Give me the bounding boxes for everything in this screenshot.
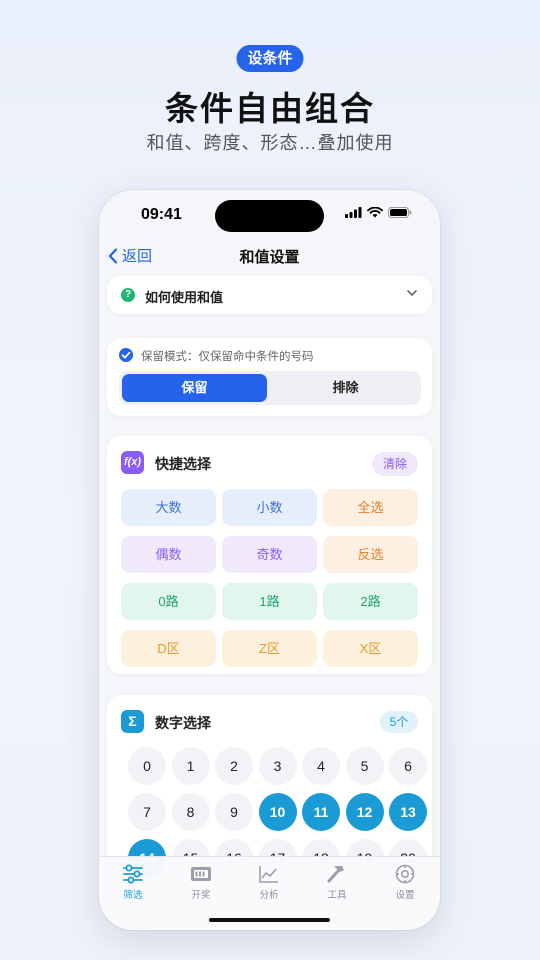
tab-label: 工具 [327,890,347,901]
quick-select-button[interactable]: 全选 [323,489,418,526]
mode-description: 保留模式：仅保留命中条件的号码 [141,351,314,363]
sigma-icon: Σ [121,710,144,733]
number-option[interactable]: 10 [258,793,297,831]
quick-select-card: f(x) 快捷选择 清除 大数 小数 全选偶数 奇数 反选 0路 1路 2路 D区 Z区 X区 [107,436,432,674]
promo-title: 条件自由组合 [165,90,375,127]
quick-select-button[interactable]: 大数 [121,489,216,526]
number-option[interactable]: 13 [389,793,427,831]
tab-tools[interactable]: 工具 [307,863,367,901]
promo-badge: 设条件 [236,45,304,72]
wifi-icon [367,207,383,218]
tab-bar: 筛选 开奖 分析 工具 设置 [99,856,440,930]
number-option[interactable]: 4 [302,747,340,785]
number-option[interactable]: 7 [128,793,166,831]
tab-label: 开奖 [191,890,211,901]
quick-select-button[interactable]: D区 [121,630,216,667]
status-icons [345,207,412,218]
clear-button[interactable]: 清除 [372,452,418,476]
phone-frame: 09:41 返回 和值设置 ? 如何使用和值 保留模式：仅保留命中条件的号码 保… [99,190,440,930]
home-indicator [209,918,330,922]
exclude-segment[interactable]: 排除 [273,374,418,402]
tab-analysis[interactable]: 分析 [239,863,299,901]
battery-icon [388,207,412,218]
quick-select-button[interactable]: 2路 [323,583,418,620]
number-option[interactable]: 3 [258,747,297,785]
dynamic-island [215,200,324,232]
number-option[interactable]: 9 [215,793,253,831]
status-time: 09:41 [141,206,182,223]
number-option[interactable]: 2 [215,747,253,785]
ticket-icon [191,867,211,881]
nav-bar: 返回 和值设置 [99,240,440,272]
status-bar: 09:41 [99,190,440,240]
quick-select-button[interactable]: Z区 [222,630,317,667]
selected-count-badge: 5个 [380,711,418,733]
tab-label: 设置 [395,890,415,901]
question-icon: ? [121,288,135,302]
function-icon: f(x) [121,451,144,474]
tab-draw[interactable]: 开奖 [171,863,231,901]
number-option[interactable]: 0 [128,747,166,785]
quick-select-button[interactable]: 0路 [121,583,216,620]
number-option[interactable]: 1 [171,747,210,785]
page-title: 和值设置 [239,249,300,266]
tab-label: 筛选 [123,890,143,901]
tab-settings[interactable]: 设置 [375,863,435,901]
tab-label: 分析 [259,890,279,901]
filter-sliders-icon [123,864,143,884]
help-row[interactable]: ? 如何使用和值 [107,276,432,314]
number-option[interactable]: 11 [302,793,340,831]
quick-select-button[interactable]: 偶数 [121,536,216,573]
quick-select-button[interactable]: X区 [323,630,418,667]
signal-icon [345,207,362,218]
quick-select-button[interactable]: 1路 [222,583,317,620]
number-option[interactable]: 6 [389,747,427,785]
number-option[interactable]: 8 [171,793,210,831]
number-option[interactable]: 5 [345,747,384,785]
quick-select-button[interactable]: 小数 [222,489,317,526]
number-select-title: 数字选择 [155,715,211,731]
promo-subtitle: 和值、跨度、形态…叠加使用 [146,133,394,153]
quick-select-title: 快捷选择 [155,456,211,472]
keep-segment[interactable]: 保留 [122,374,267,402]
quick-select-button[interactable]: 反选 [323,536,418,573]
mode-segmented-control: 保留 排除 [119,371,421,405]
line-chart-icon [259,866,278,883]
hammer-icon [327,866,344,883]
check-icon[interactable] [119,348,133,362]
mode-card: 保留模式：仅保留命中条件的号码 保留 排除 [107,338,432,416]
quick-select-button[interactable]: 奇数 [222,536,317,573]
number-option[interactable]: 12 [345,793,384,831]
gear-icon [395,864,415,884]
tab-filter[interactable]: 筛选 [103,863,163,901]
chevron-down-icon [407,290,417,296]
help-label: 如何使用和值 [145,290,224,305]
